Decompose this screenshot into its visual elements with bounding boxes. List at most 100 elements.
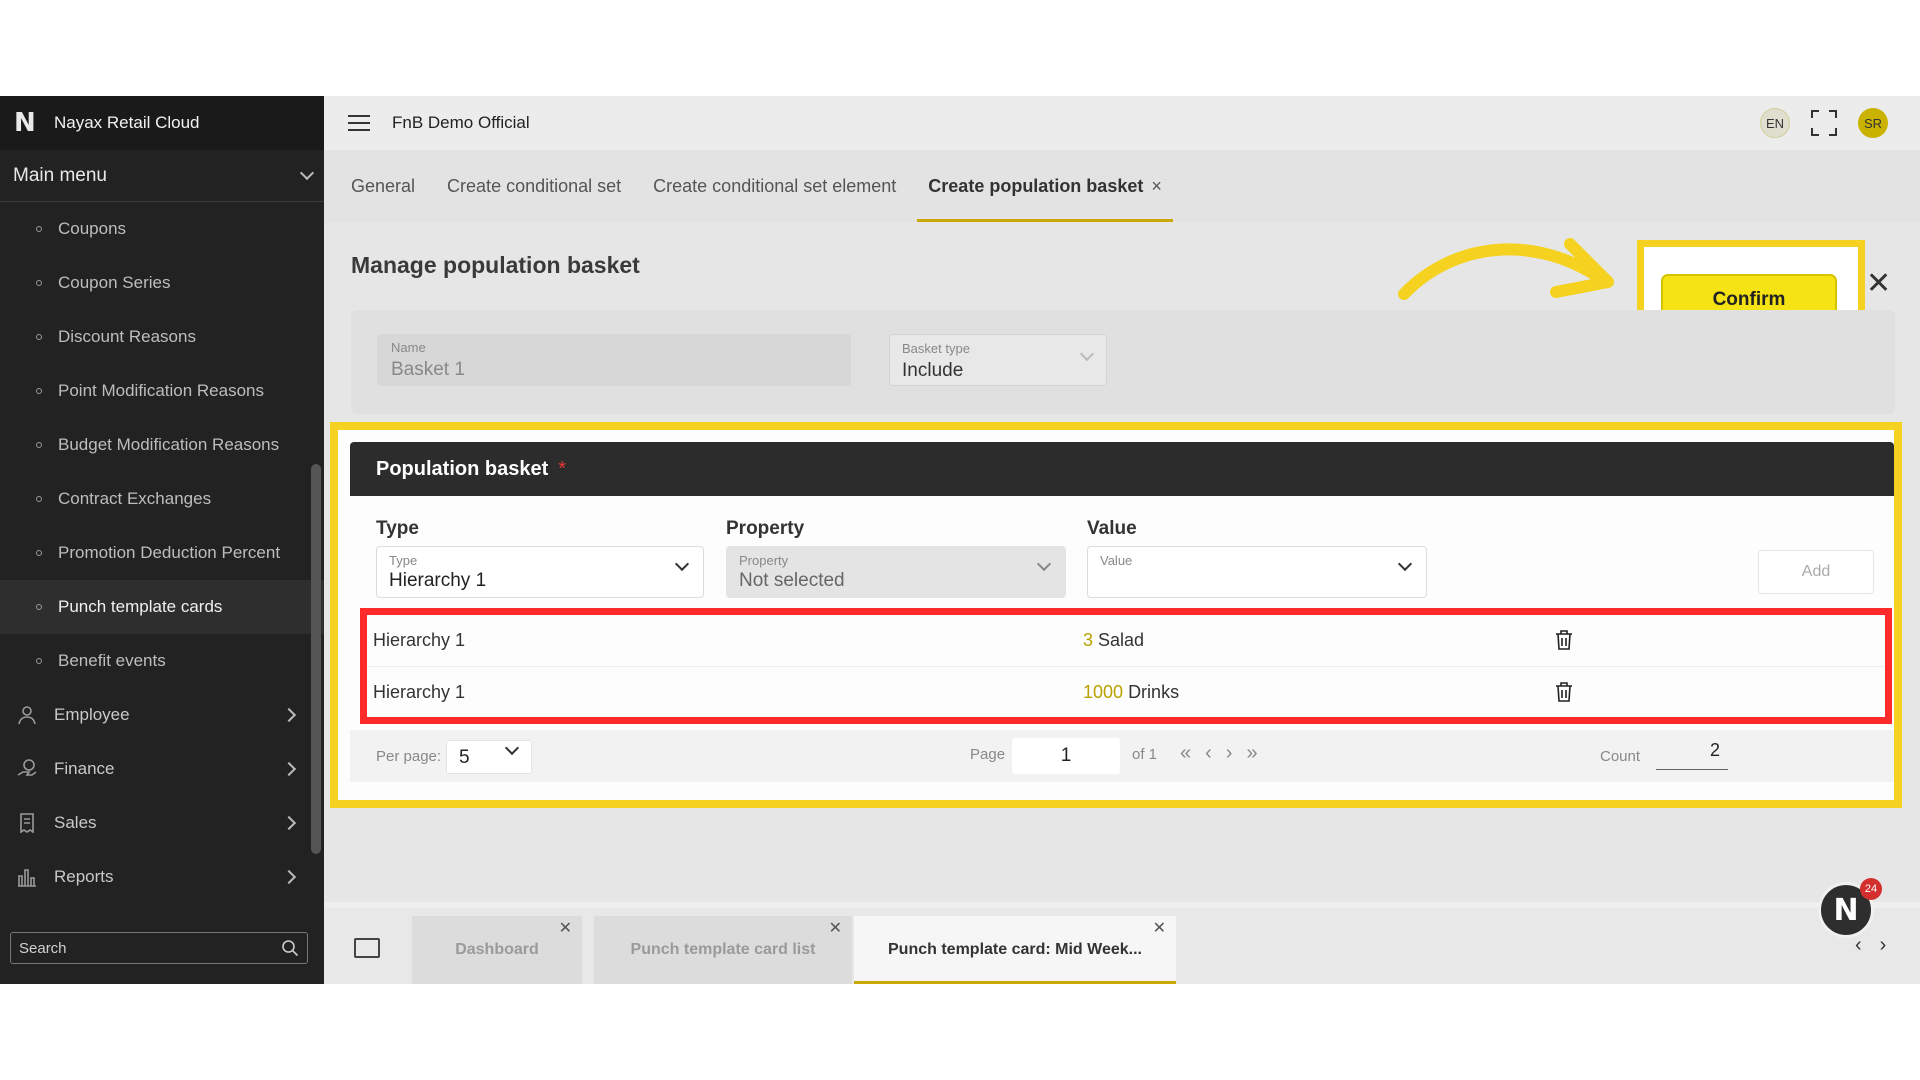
- sidebar-item-contract-exchanges[interactable]: Contract Exchanges: [0, 472, 324, 526]
- close-icon[interactable]: ✕: [1153, 918, 1166, 938]
- bullet-icon: [36, 550, 42, 556]
- table-row: Hierarchy 1 1000 Drinks: [367, 666, 1885, 717]
- bullet-icon: [36, 658, 42, 664]
- top-bar: FnB Demo Official EN SR: [324, 96, 1920, 150]
- rows-highlight: Hierarchy 1 3 Salad Hierarchy 1 1000 Dri…: [360, 608, 1892, 724]
- property-select[interactable]: Property Not selected: [726, 546, 1066, 598]
- bullet-icon: [36, 280, 42, 286]
- basket-type-select[interactable]: Basket type Include: [889, 334, 1107, 386]
- sidebar-search-input[interactable]: Search: [10, 932, 308, 964]
- type-select[interactable]: Type Hierarchy 1: [376, 546, 704, 598]
- bottom-tab-punch-template-card[interactable]: Punch template card: Mid Week... ✕: [854, 916, 1176, 984]
- bullet-icon: [36, 604, 42, 610]
- tab-create-conditional-set-element[interactable]: Create conditional set element: [642, 150, 907, 222]
- per-page-select[interactable]: 5: [446, 740, 532, 774]
- population-basket-title: Population basket: [376, 457, 549, 480]
- bullet-icon: [36, 442, 42, 448]
- top-bar-actions: EN SR: [1760, 108, 1888, 138]
- per-page-label: Per page:: [376, 748, 442, 765]
- bullet-icon: [36, 226, 42, 232]
- close-tab-icon[interactable]: ×: [1151, 176, 1162, 197]
- basket-type-label: Basket type: [902, 341, 970, 356]
- bullet-icon: [36, 496, 42, 502]
- property-select-label: Property: [739, 553, 789, 568]
- search-placeholder: Search: [19, 939, 67, 957]
- close-icon[interactable]: ✕: [1866, 266, 1891, 301]
- name-field[interactable]: Name Basket 1: [377, 334, 851, 386]
- main-content: Manage population basket Confirm ✕ Name …: [324, 222, 1920, 902]
- bullet-icon: [36, 388, 42, 394]
- bottom-tab-label: Punch template card: Mid Week...: [888, 941, 1142, 958]
- page-of-label: of 1: [1132, 746, 1158, 763]
- brand-name: Nayax Retail Cloud: [54, 113, 200, 132]
- close-icon[interactable]: ✕: [829, 918, 842, 938]
- count-label: Count: [1600, 748, 1641, 765]
- language-selector[interactable]: EN: [1760, 108, 1790, 138]
- scroll-right-icon[interactable]: ›: [1880, 934, 1887, 957]
- sidebar-group-finance[interactable]: Finance: [0, 742, 324, 796]
- hamburger-menu-icon[interactable]: [348, 115, 370, 131]
- page-navigation: « ‹ › »: [1180, 742, 1258, 765]
- sidebar-item-label: Point Modification Reasons: [58, 381, 265, 400]
- sidebar-group-reports[interactable]: Reports: [0, 850, 324, 904]
- row-value-code: 1000: [1083, 681, 1124, 702]
- user-avatar[interactable]: SR: [1858, 108, 1888, 138]
- sidebar-group-label: Reports: [54, 867, 114, 886]
- sidebar-group-employee[interactable]: Employee: [0, 688, 324, 742]
- notification-count-badge: 24: [1860, 878, 1882, 900]
- brand[interactable]: N Nayax Retail Cloud: [0, 96, 324, 150]
- trash-icon[interactable]: [1555, 681, 1573, 703]
- sidebar-item-discount-reasons[interactable]: Discount Reasons: [0, 310, 324, 364]
- sidebar-item-coupon-series[interactable]: Coupon Series: [0, 256, 324, 310]
- tab-create-conditional-set[interactable]: Create conditional set: [436, 150, 632, 222]
- chevron-right-icon: [281, 869, 297, 885]
- page-input[interactable]: 1: [1012, 738, 1120, 774]
- fullscreen-icon[interactable]: [1810, 109, 1838, 137]
- tab-general[interactable]: General: [351, 150, 426, 222]
- chevron-right-icon: [281, 815, 297, 831]
- next-page-icon[interactable]: ›: [1226, 742, 1233, 765]
- prev-page-icon[interactable]: ‹: [1205, 742, 1212, 765]
- sidebar-item-punch-template-cards[interactable]: Punch template cards: [0, 580, 324, 634]
- receipt-icon: [20, 813, 34, 834]
- scroll-left-icon[interactable]: ‹: [1855, 934, 1862, 957]
- sidebar-item-point-modification-reasons[interactable]: Point Modification Reasons: [0, 364, 324, 418]
- bottom-tab-label: Dashboard: [455, 941, 539, 958]
- sidebar-item-promotion-deduction-percent[interactable]: Promotion Deduction Percent: [0, 526, 324, 580]
- sidebar-item-benefit-events[interactable]: Benefit events: [0, 634, 324, 688]
- row-type: Hierarchy 1: [373, 630, 466, 650]
- name-field-value: Basket 1: [391, 359, 465, 380]
- sidebar-group-sales[interactable]: Sales: [0, 796, 324, 850]
- trash-icon[interactable]: [1555, 629, 1573, 651]
- add-button[interactable]: Add: [1758, 550, 1874, 594]
- tab-label: Create conditional set: [447, 175, 622, 196]
- bottom-tab-punch-template-card-list[interactable]: Punch template card list ✕: [594, 916, 852, 984]
- tab-create-population-basket[interactable]: Create population basket ×: [917, 150, 1173, 222]
- sidebar-item-label: Coupon Series: [58, 273, 171, 292]
- main-menu-label: Main menu: [13, 164, 107, 186]
- last-page-icon[interactable]: »: [1246, 742, 1257, 765]
- sidebar-item-budget-modification-reasons[interactable]: Budget Modification Reasons: [0, 418, 324, 472]
- per-page-value: 5: [459, 747, 470, 768]
- open-windows-bar: Dashboard ✕ Punch template card list ✕ P…: [324, 908, 1920, 984]
- table-row: Hierarchy 1 3 Salad: [367, 615, 1885, 666]
- column-header-property: Property: [726, 518, 805, 539]
- sidebar-item-label: Coupons: [58, 219, 127, 238]
- close-icon[interactable]: ✕: [559, 918, 572, 938]
- name-field-label: Name: [391, 340, 426, 355]
- page-title: Manage population basket: [351, 252, 640, 278]
- bottom-tab-dashboard[interactable]: Dashboard ✕: [412, 916, 582, 984]
- nayax-logo-icon: N: [14, 108, 36, 138]
- sidebar-scrollbar[interactable]: [311, 464, 321, 854]
- main-menu-toggle[interactable]: Main menu: [0, 150, 324, 202]
- bottom-tab-label: Punch template card list: [630, 941, 816, 958]
- annotation-arrow-icon: [1398, 238, 1614, 300]
- windows-icon[interactable]: [354, 938, 380, 958]
- search-icon[interactable]: [281, 939, 299, 957]
- chevron-right-icon: [281, 707, 297, 723]
- value-select[interactable]: Value: [1087, 546, 1427, 598]
- sidebar-sub-list: Coupons Coupon Series Discount Reasons P…: [0, 202, 324, 904]
- sidebar-item-coupons[interactable]: Coupons: [0, 202, 324, 256]
- value-select-label: Value: [1100, 553, 1133, 568]
- first-page-icon[interactable]: «: [1180, 742, 1191, 765]
